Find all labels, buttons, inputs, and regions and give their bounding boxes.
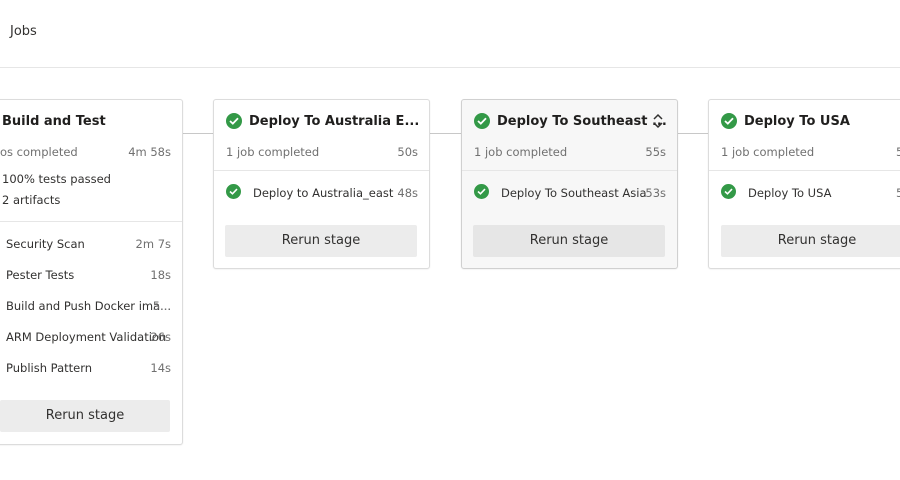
job-duration: 48s — [397, 186, 418, 200]
stage-summary: 1 job completed — [721, 145, 815, 159]
success-check-icon — [721, 113, 737, 129]
artifacts-link[interactable]: 2 artifacts — [2, 193, 60, 207]
job-duration: 14s — [150, 361, 171, 375]
stage-summary: 1 job completed — [226, 145, 320, 159]
job-name: ARM Deployment Validation — [6, 330, 167, 344]
job-duration: 26s — [150, 330, 171, 344]
rerun-stage-button[interactable]: Rerun stage — [721, 225, 900, 257]
job-name: Build and Push Docker ima... — [6, 299, 172, 313]
success-check-icon — [226, 184, 241, 199]
stage-title: Deploy To USA — [744, 114, 850, 129]
stage-duration: 50s — [397, 145, 418, 159]
job-name: Deploy to Australia_east — [253, 186, 394, 200]
success-check-icon — [474, 113, 490, 129]
job-name: Pester Tests — [6, 268, 75, 282]
stage-duration: 5 — [896, 145, 900, 159]
rerun-stage-button[interactable]: Rerun stage — [225, 225, 417, 257]
stage-duration: 55s — [645, 145, 666, 159]
job-name: Deploy To USA — [748, 186, 832, 200]
page-title: Jobs — [10, 24, 37, 39]
rerun-stage-button[interactable]: Rerun stage — [473, 225, 665, 257]
job-name: Security Scan — [6, 237, 85, 251]
stage-divider — [0, 221, 182, 222]
rerun-stage-button[interactable]: Rerun stage — [0, 400, 170, 432]
stage-connector — [182, 133, 214, 134]
job-duration: 18s — [150, 268, 171, 282]
stage-connector — [430, 133, 461, 134]
job-name: Deploy To Southeast Asia — [501, 186, 647, 200]
stage-title: Deploy To Southeast ... — [497, 114, 667, 129]
success-check-icon — [721, 184, 736, 199]
stage-card-deploy-southeast-asia[interactable]: Deploy To Southeast ... 1 job completed … — [461, 99, 678, 269]
stage-connector — [677, 133, 709, 134]
expand-collapse-chevron-icon[interactable] — [650, 112, 666, 130]
job-duration: 2m 7s — [135, 237, 171, 251]
stage-title: Deploy To Australia E... — [249, 114, 420, 129]
success-check-icon — [226, 113, 242, 129]
stage-divider — [214, 170, 429, 171]
job-duration: 5 — [896, 186, 900, 200]
stage-title: Build and Test — [2, 114, 106, 129]
stage-divider — [709, 170, 900, 171]
stage-summary: 1 job completed — [474, 145, 568, 159]
job-duration: 53s — [645, 186, 666, 200]
stage-divider — [462, 170, 677, 171]
tests-passed-text: 100% tests passed — [2, 172, 111, 186]
stage-card-deploy-australia[interactable]: Deploy To Australia E... 1 job completed… — [213, 99, 430, 269]
stage-card-build-and-test[interactable]: Build and Test os completed 4m 58s 100% … — [0, 99, 183, 445]
job-duration: 5... — [152, 299, 171, 313]
stage-duration: 4m 58s — [128, 145, 171, 159]
page-header: Jobs — [0, 0, 900, 68]
success-check-icon — [474, 184, 489, 199]
stage-summary: os completed — [0, 145, 78, 159]
stage-card-deploy-usa[interactable]: Deploy To USA 1 job completed 5 Deploy T… — [708, 99, 900, 269]
job-name: Publish Pattern — [6, 361, 93, 375]
